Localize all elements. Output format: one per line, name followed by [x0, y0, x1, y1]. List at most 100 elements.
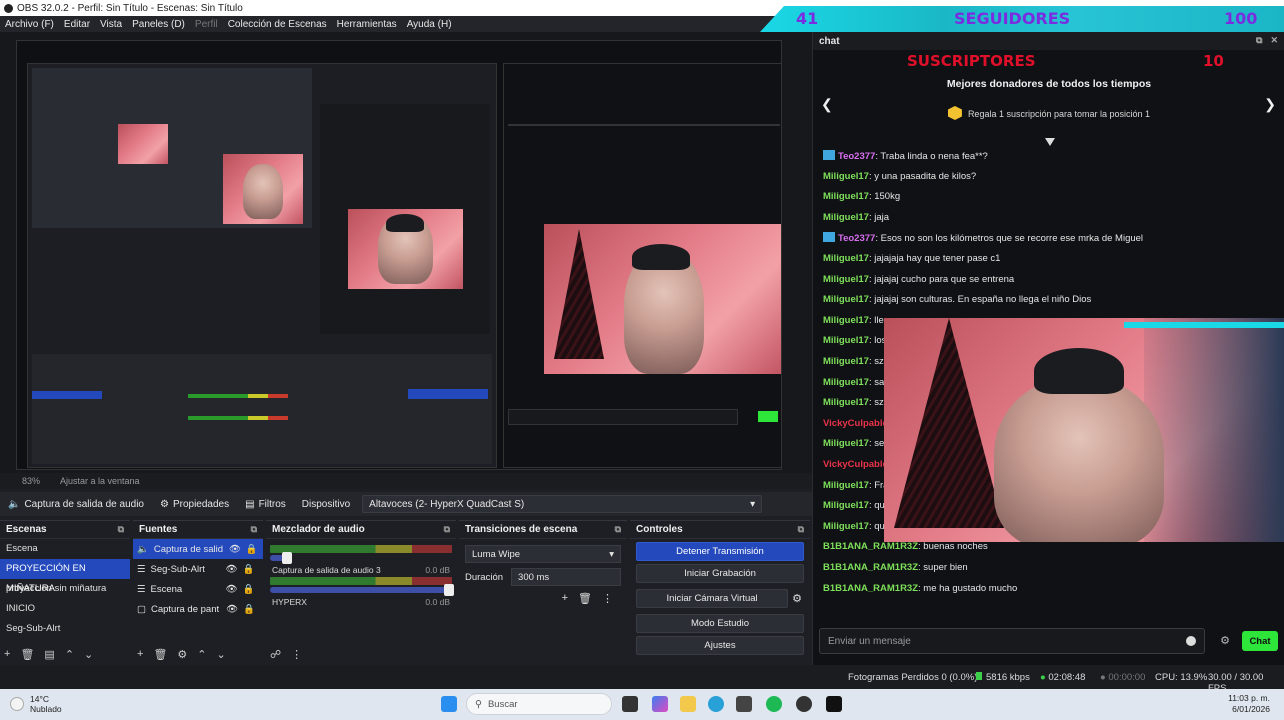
store-icon[interactable] [736, 696, 752, 712]
chat-username[interactable]: VickyCulpable [823, 459, 888, 470]
chat-input[interactable]: Enviar un mensaje [819, 628, 1205, 654]
chat-username[interactable]: Miliguel17 [823, 191, 869, 202]
chat-username[interactable]: Miliguel17 [823, 253, 869, 264]
menu-archivo[interactable]: Archivo (F) [0, 19, 59, 30]
menu-editar[interactable]: Editar [59, 19, 95, 30]
chat-username[interactable]: Miliguel17 [823, 500, 869, 511]
undock-icon[interactable]: ⧉ [798, 524, 804, 535]
task-view-icon[interactable] [622, 696, 638, 712]
add-icon[interactable]: + [562, 592, 568, 605]
emote-icon[interactable] [1186, 636, 1196, 646]
chat-username[interactable]: VickyCulpable [823, 418, 888, 429]
lock-icon[interactable]: 🔒 [243, 604, 255, 615]
filter-icon[interactable]: ▤ [44, 648, 54, 661]
link-icon[interactable]: ☍ [270, 648, 281, 661]
chat-username[interactable]: Miliguel17 [823, 171, 869, 182]
lock-icon[interactable]: 🔒 [246, 544, 258, 555]
duration-field[interactable]: 300 ms [511, 568, 621, 586]
close-icon[interactable]: ✕ [1270, 35, 1278, 46]
transition-select[interactable]: Luma Wipe ▾ [465, 545, 621, 563]
undock-icon[interactable]: ⧉ [251, 524, 257, 535]
scene-item[interactable]: proyeccion sin miñatura [0, 579, 130, 599]
chat-username[interactable]: B1B1ANA_RAM1R3Z [823, 583, 918, 594]
menu-perfil[interactable]: Perfil [190, 19, 223, 30]
chat-username[interactable]: Miliguel17 [823, 377, 869, 388]
chat-username[interactable]: B1B1ANA_RAM1R3Z [823, 541, 918, 552]
windows-start-icon[interactable] [441, 696, 457, 712]
zoom-value[interactable]: 83% [22, 476, 40, 486]
scene-item[interactable]: Seg-Sub-Alrt [0, 619, 130, 639]
undock-icon[interactable]: ⧉ [118, 524, 124, 535]
chat-username[interactable]: Miliguel17 [823, 335, 869, 346]
expand-icon[interactable] [1045, 138, 1055, 146]
source-item-selected[interactable]: 🔈 Captura de salid 👁 🔒 [133, 539, 263, 559]
source-item[interactable]: ☰ Seg-Sub-Alrt 👁 🔒 [133, 559, 263, 579]
copilot-icon[interactable] [652, 696, 668, 712]
properties-button[interactable]: ⚙ Propiedades [152, 499, 237, 510]
arrow-up-icon[interactable]: ⌃ [197, 648, 206, 661]
file-explorer-icon[interactable] [680, 696, 696, 712]
chat-username[interactable]: Miliguel17 [823, 480, 869, 491]
tiktok-icon[interactable] [826, 696, 842, 712]
source-item[interactable]: ☰ Escena 👁 🔒 [133, 579, 263, 599]
gear-icon[interactable]: ⚙ [792, 592, 802, 605]
scene-item[interactable]: INICIO [0, 599, 130, 619]
more-icon[interactable]: ⋮ [602, 592, 613, 605]
chat-username[interactable]: B1B1ANA_RAM1R3Z [823, 562, 918, 573]
trash-icon[interactable]: 🗑 [153, 648, 167, 661]
gear-icon[interactable]: ⚙ [1220, 634, 1230, 647]
menu-paneles[interactable]: Paneles (D) [127, 19, 190, 30]
chat-username[interactable]: Miliguel17 [823, 397, 869, 408]
settings-button[interactable]: Ajustes [636, 636, 804, 655]
chat-username[interactable]: Teo2377 [838, 151, 875, 162]
more-icon[interactable]: ⋮ [291, 648, 302, 661]
lock-icon[interactable]: 🔒 [243, 564, 255, 575]
undock-icon[interactable]: ⧉ [615, 524, 621, 535]
arrow-down-icon[interactable]: ⌄ [217, 648, 226, 661]
chat-username[interactable]: Miliguel17 [823, 438, 869, 449]
menu-vista[interactable]: Vista [95, 19, 127, 30]
weather-widget[interactable]: 14°C Nublado [10, 694, 62, 714]
preview-area[interactable] [0, 32, 812, 473]
chat-send-button[interactable]: Chat [1242, 631, 1278, 651]
volume-slider[interactable] [270, 552, 292, 564]
start-virtual-camera-button[interactable]: Iniciar Cámara Virtual [636, 589, 789, 608]
spotify-icon[interactable] [766, 696, 782, 712]
eye-icon[interactable]: 👁 [226, 564, 238, 575]
volume-slider[interactable] [270, 584, 454, 596]
scene-item-selected[interactable]: PROYECCIÓN EN MIÑATURA [0, 559, 130, 594]
zoom-mode[interactable]: Ajustar a la ventana [60, 476, 140, 486]
chat-username[interactable]: Miliguel17 [823, 212, 869, 223]
menu-ayuda[interactable]: Ayuda (H) [402, 19, 457, 30]
filters-button[interactable]: ▤ Filtros [237, 499, 294, 510]
chat-username[interactable]: Miliguel17 [823, 356, 869, 367]
menu-herramientas[interactable]: Herramientas [332, 19, 402, 30]
taskbar-clock[interactable]: 11:03 p. m. 6/01/2026 [1228, 693, 1270, 715]
chat-username[interactable]: Teo2377 [838, 233, 875, 244]
start-recording-button[interactable]: Iniciar Grabación [636, 564, 804, 583]
eye-icon[interactable]: 👁 [226, 604, 238, 615]
add-icon[interactable]: + [4, 648, 10, 661]
eye-icon[interactable]: 👁 [229, 544, 241, 555]
taskbar-search[interactable]: ⚲ Buscar [466, 693, 612, 715]
scene-item[interactable]: Escena [0, 539, 130, 559]
arrow-up-icon[interactable]: ⌃ [65, 648, 74, 661]
undock-icon[interactable]: ⧉ [1256, 35, 1262, 46]
menu-coleccion-escenas[interactable]: Colección de Escenas [223, 19, 332, 30]
chat-username[interactable]: Miliguel17 [823, 274, 869, 285]
arrow-down-icon[interactable]: ⌄ [84, 648, 93, 661]
studio-mode-button[interactable]: Modo Estudio [636, 614, 804, 633]
lock-icon[interactable]: 🔒 [243, 584, 255, 595]
chat-username[interactable]: Miliguel17 [823, 294, 869, 305]
stop-streaming-button[interactable]: Detener Transmisión [636, 542, 804, 561]
trash-icon[interactable]: 🗑 [578, 592, 592, 605]
chat-username[interactable]: Miliguel17 [823, 315, 869, 326]
obs-icon[interactable] [796, 696, 812, 712]
gear-icon[interactable]: ⚙ [177, 648, 187, 661]
source-item[interactable]: ▢ Captura de pant 👁 🔒 [133, 599, 263, 619]
trash-icon[interactable]: 🗑 [20, 648, 34, 661]
device-select[interactable]: Altavoces (2- HyperX QuadCast S) ▾ [362, 495, 763, 513]
chat-username[interactable]: Miliguel17 [823, 521, 869, 532]
add-icon[interactable]: + [137, 648, 143, 661]
eye-icon[interactable]: 👁 [226, 584, 238, 595]
